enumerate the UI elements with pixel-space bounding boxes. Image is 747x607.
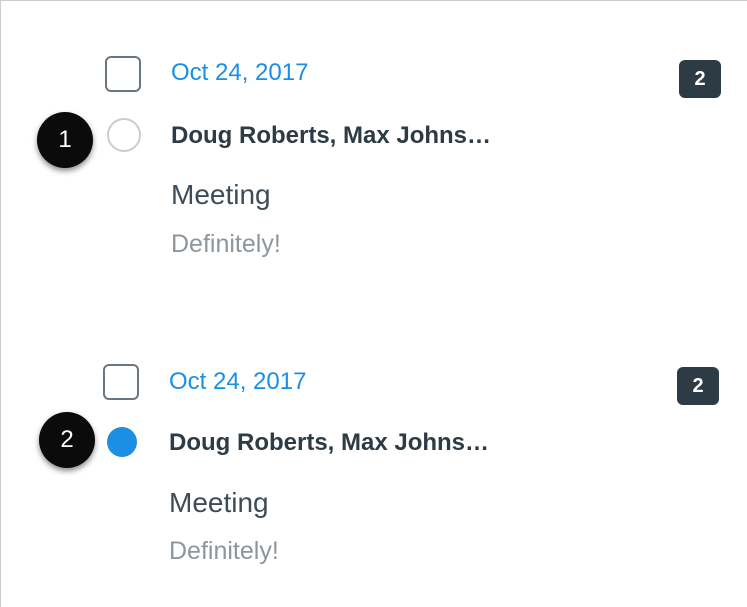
conversation-participants: Doug Roberts, Max Johns… [169, 429, 490, 456]
conversation-subject: Meeting [171, 179, 271, 210]
conversation-item[interactable]: Oct 24, 2017 2 2 Doug Roberts, Max Johns… [1, 308, 747, 568]
message-count-badge: 2 [677, 367, 719, 405]
callout-number: 1 [37, 112, 93, 168]
callout-number: 2 [39, 412, 95, 468]
message-preview: Definitely! [169, 537, 279, 565]
conversation-participants: Doug Roberts, Max Johns… [171, 122, 492, 149]
conversation-subject: Meeting [169, 487, 269, 518]
conversation-item[interactable]: Oct 24, 2017 2 1 Doug Roberts, Max Johns… [1, 1, 747, 261]
select-conversation-checkbox[interactable] [103, 364, 139, 400]
conversation-list: Oct 24, 2017 2 1 Doug Roberts, Max Johns… [0, 0, 747, 607]
conversation-date[interactable]: Oct 24, 2017 [169, 366, 306, 398]
message-preview: Definitely! [171, 230, 281, 258]
conversation-date[interactable]: Oct 24, 2017 [171, 57, 308, 89]
select-conversation-checkbox[interactable] [105, 56, 141, 92]
unread-indicator-icon[interactable] [107, 427, 137, 457]
read-indicator-icon[interactable] [107, 118, 141, 152]
message-count-badge: 2 [679, 60, 721, 98]
